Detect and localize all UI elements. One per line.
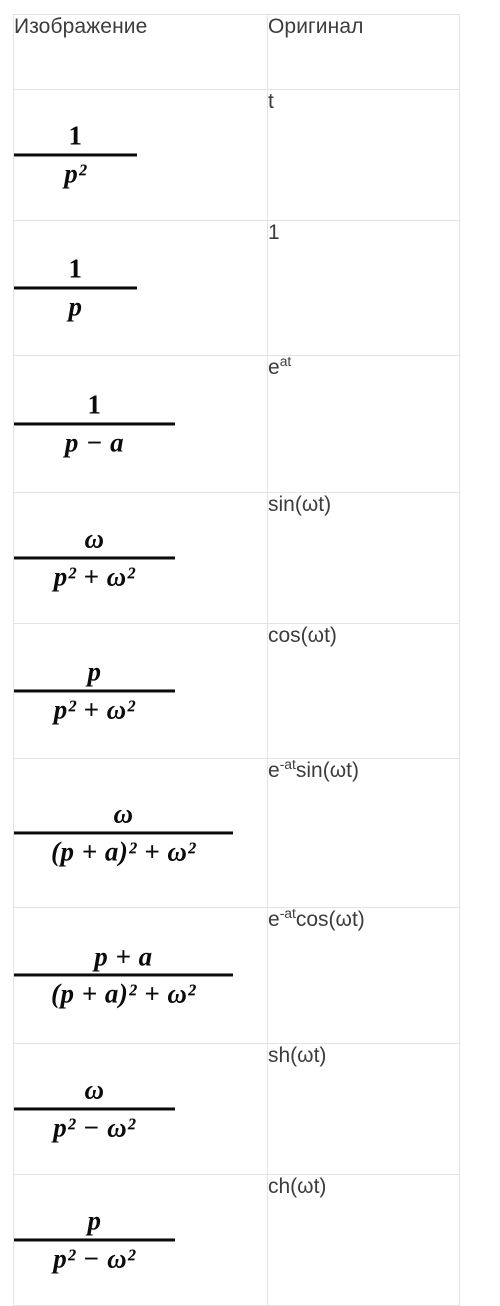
cell-original-6: e-atcos(ωt)	[267, 905, 460, 1044]
cell-original-8: ch(ωt)	[267, 1174, 460, 1306]
laplace-transform-table: Изображение Оригинал 1 p² t 1 p 1 1 p − …	[13, 14, 460, 1306]
original-expression: sin(ωt)	[268, 493, 332, 516]
fraction-5: ω (p + a)² + ω²	[14, 800, 267, 865]
table-header: Изображение Оригинал	[13, 14, 460, 90]
column-header-image: Изображение	[13, 14, 268, 90]
table-row: ω p² + ω² sin(ωt)	[13, 492, 460, 624]
table-row: ω (p + a)² + ω² e-atsin(ωt)	[13, 756, 460, 908]
fraction-0: 1 p²	[14, 122, 267, 187]
original-expression: t	[268, 90, 274, 113]
fraction-denominator: p² − ω²	[53, 1112, 136, 1142]
table-row: p + a (p + a)² + ω² e-atcos(ωt)	[13, 905, 460, 1044]
cell-original-4: cos(ωt)	[267, 623, 460, 759]
fraction-3: ω p² + ω²	[14, 525, 267, 590]
fraction-numerator: p	[87, 656, 102, 687]
cell-image-0: 1 p²	[13, 89, 268, 221]
fraction-numerator: ω	[84, 1074, 105, 1105]
cell-image-7: ω p² − ω²	[13, 1043, 268, 1175]
column-header-original: Оригинал	[267, 14, 460, 90]
fraction-denominator: p² + ω²	[53, 694, 136, 724]
table-row: 1 p − a eat	[13, 353, 460, 493]
cell-image-8: p p² − ω²	[13, 1174, 268, 1306]
original-superscript: -at	[279, 756, 296, 772]
cell-original-5: e-atsin(ωt)	[267, 756, 460, 908]
cell-original-2: eat	[267, 353, 460, 493]
cell-image-4: p p² + ω²	[13, 623, 268, 759]
fraction-denominator: p²	[64, 158, 87, 188]
original-expression: cos(ωt)	[268, 624, 337, 647]
table-row: 1 p² t	[13, 89, 460, 221]
fraction-denominator: (p + a)² + ω²	[51, 978, 196, 1009]
fraction-numerator: 1	[68, 120, 83, 151]
fraction-1: 1 p	[14, 255, 267, 320]
fraction-2: 1 p − a	[14, 391, 267, 456]
cell-original-0: t	[267, 89, 460, 221]
table-row: p p² + ω² cos(ωt)	[13, 623, 460, 759]
original-base: e	[268, 356, 280, 379]
original-expression: sh(ωt)	[268, 1044, 327, 1067]
cell-original-7: sh(ωt)	[267, 1043, 460, 1175]
original-base: e	[268, 908, 280, 931]
original-base: e	[268, 759, 280, 782]
fraction-numerator: p + a	[94, 940, 153, 971]
fraction-8: p p² − ω²	[14, 1207, 267, 1272]
table-row: 1 p 1	[13, 220, 460, 356]
original-superscript: -at	[279, 905, 296, 921]
original-expression: 1	[268, 221, 280, 244]
fraction-denominator: p − a	[64, 427, 125, 457]
original-expression: ch(ωt)	[268, 1175, 327, 1198]
cell-image-6: p + a (p + a)² + ω²	[13, 907, 268, 1044]
table-row: p p² − ω² ch(ωt)	[13, 1174, 460, 1306]
fraction-7: ω p² − ω²	[14, 1076, 267, 1141]
fraction-4: p p² + ω²	[14, 658, 267, 723]
cell-image-2: 1 p − a	[13, 355, 268, 493]
cell-image-1: 1 p	[13, 220, 268, 356]
table-row: ω p² − ω² sh(ωt)	[13, 1043, 460, 1175]
fraction-numerator: ω	[84, 523, 105, 554]
fraction-numerator: ω	[113, 798, 134, 829]
cell-original-3: sin(ωt)	[267, 492, 460, 624]
cell-image-5: ω (p + a)² + ω²	[13, 758, 268, 908]
fraction-denominator: p	[68, 291, 83, 321]
fraction-denominator: p² + ω²	[53, 561, 136, 591]
original-tail: cos(ωt)	[295, 908, 365, 931]
original-superscript: at	[279, 353, 292, 369]
fraction-6: p + a (p + a)² + ω²	[14, 940, 267, 1009]
original-tail: sin(ωt)	[295, 759, 359, 782]
fraction-numerator: p	[87, 1205, 102, 1236]
fraction-numerator: 1	[87, 389, 102, 420]
fraction-numerator: 1	[68, 253, 83, 284]
cell-image-3: ω p² + ω²	[13, 492, 268, 624]
table-body: 1 p² t 1 p 1 1 p − a eat ω p² + ω² sin(ω…	[13, 89, 460, 1306]
cell-original-1: 1	[267, 220, 460, 356]
table-header-row: Изображение Оригинал	[13, 14, 460, 90]
fraction-denominator: p² − ω²	[53, 1243, 136, 1273]
fraction-denominator: (p + a)² + ω²	[51, 836, 196, 866]
laplace-transform-table-container: Изображение Оригинал 1 p² t 1 p 1 1 p − …	[13, 14, 460, 1306]
